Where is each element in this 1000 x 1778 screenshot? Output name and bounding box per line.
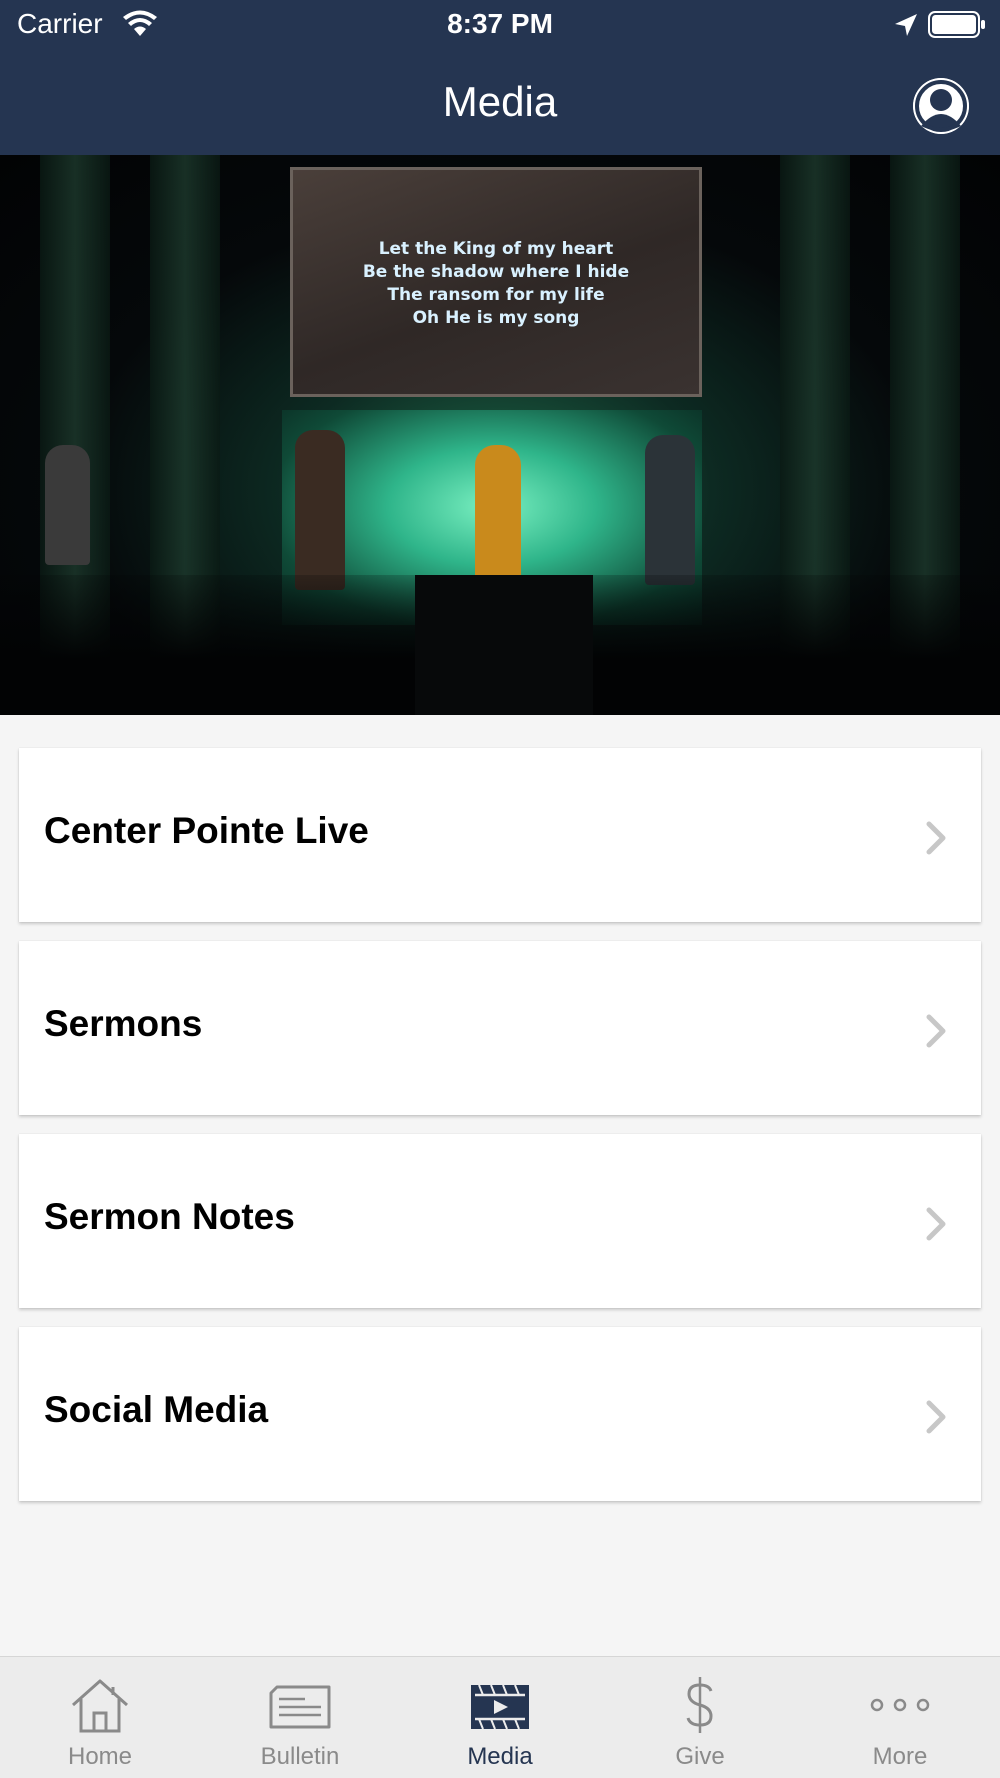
- chevron-right-icon: [926, 1014, 946, 1048]
- tab-bulletin[interactable]: Bulletin: [200, 1657, 400, 1778]
- tab-home[interactable]: Home: [0, 1657, 200, 1778]
- menu-item-label: Social Media: [44, 1389, 269, 1430]
- media-menu: Center Pointe Live Sermons Sermon Notes …: [19, 748, 981, 1520]
- status-bar: Carrier 8:37 PM: [0, 0, 1000, 50]
- tab-label: Home: [67, 1743, 133, 1770]
- more-icon: [870, 1698, 930, 1712]
- user-icon: [913, 78, 969, 134]
- status-time: 8:37 PM: [447, 8, 553, 39]
- menu-item-label: Sermon Notes: [44, 1196, 295, 1237]
- drummer: [45, 445, 90, 565]
- menu-item-sermons[interactable]: Sermons: [19, 941, 981, 1115]
- menu-item-social-media[interactable]: Social Media: [19, 1327, 981, 1501]
- lyrics-screen: Let the King of my heart Be the shadow w…: [290, 167, 702, 397]
- lyric-line: Be the shadow where I hide: [362, 262, 630, 282]
- bulletin-icon: [269, 1685, 331, 1729]
- guitarist-right: [645, 435, 695, 585]
- menu-item-label: Sermons: [44, 1003, 203, 1044]
- home-icon: [72, 1679, 128, 1733]
- tab-label: More: [872, 1743, 928, 1770]
- tab-more[interactable]: More: [800, 1657, 1000, 1778]
- tab-bar: Home Bulletin Media Give More: [0, 1656, 1000, 1778]
- tab-label: Media: [467, 1743, 533, 1770]
- menu-item-sermon-notes[interactable]: Sermon Notes: [19, 1134, 981, 1308]
- location-arrow-icon: [895, 14, 917, 36]
- tab-label: Bulletin: [260, 1743, 340, 1770]
- chevron-right-icon: [926, 1207, 946, 1241]
- tab-label: Give: [675, 1743, 725, 1770]
- chevron-right-icon: [926, 1400, 946, 1434]
- lyric-line: Let the King of my heart: [378, 239, 614, 259]
- lyric-line: The ransom for my life: [387, 285, 605, 305]
- page-title: Media: [442, 78, 558, 125]
- media-icon: [471, 1684, 529, 1730]
- menu-item-label: Center Pointe Live: [44, 810, 369, 851]
- guitarist-left: [295, 430, 345, 590]
- dollar-icon: [686, 1677, 713, 1733]
- menu-item-center-pointe-live[interactable]: Center Pointe Live: [19, 748, 981, 922]
- chevron-right-icon: [926, 821, 946, 855]
- tab-media[interactable]: Media: [400, 1657, 600, 1778]
- podium: [415, 575, 593, 715]
- hero-image: Let the King of my heart Be the shadow w…: [0, 155, 1000, 715]
- top-bar: Carrier 8:37 PM Media: [0, 0, 1000, 155]
- profile-button[interactable]: [913, 78, 969, 134]
- lyric-line: Oh He is my song: [412, 308, 580, 328]
- tab-give[interactable]: Give: [600, 1657, 800, 1778]
- battery-icon: [928, 11, 985, 38]
